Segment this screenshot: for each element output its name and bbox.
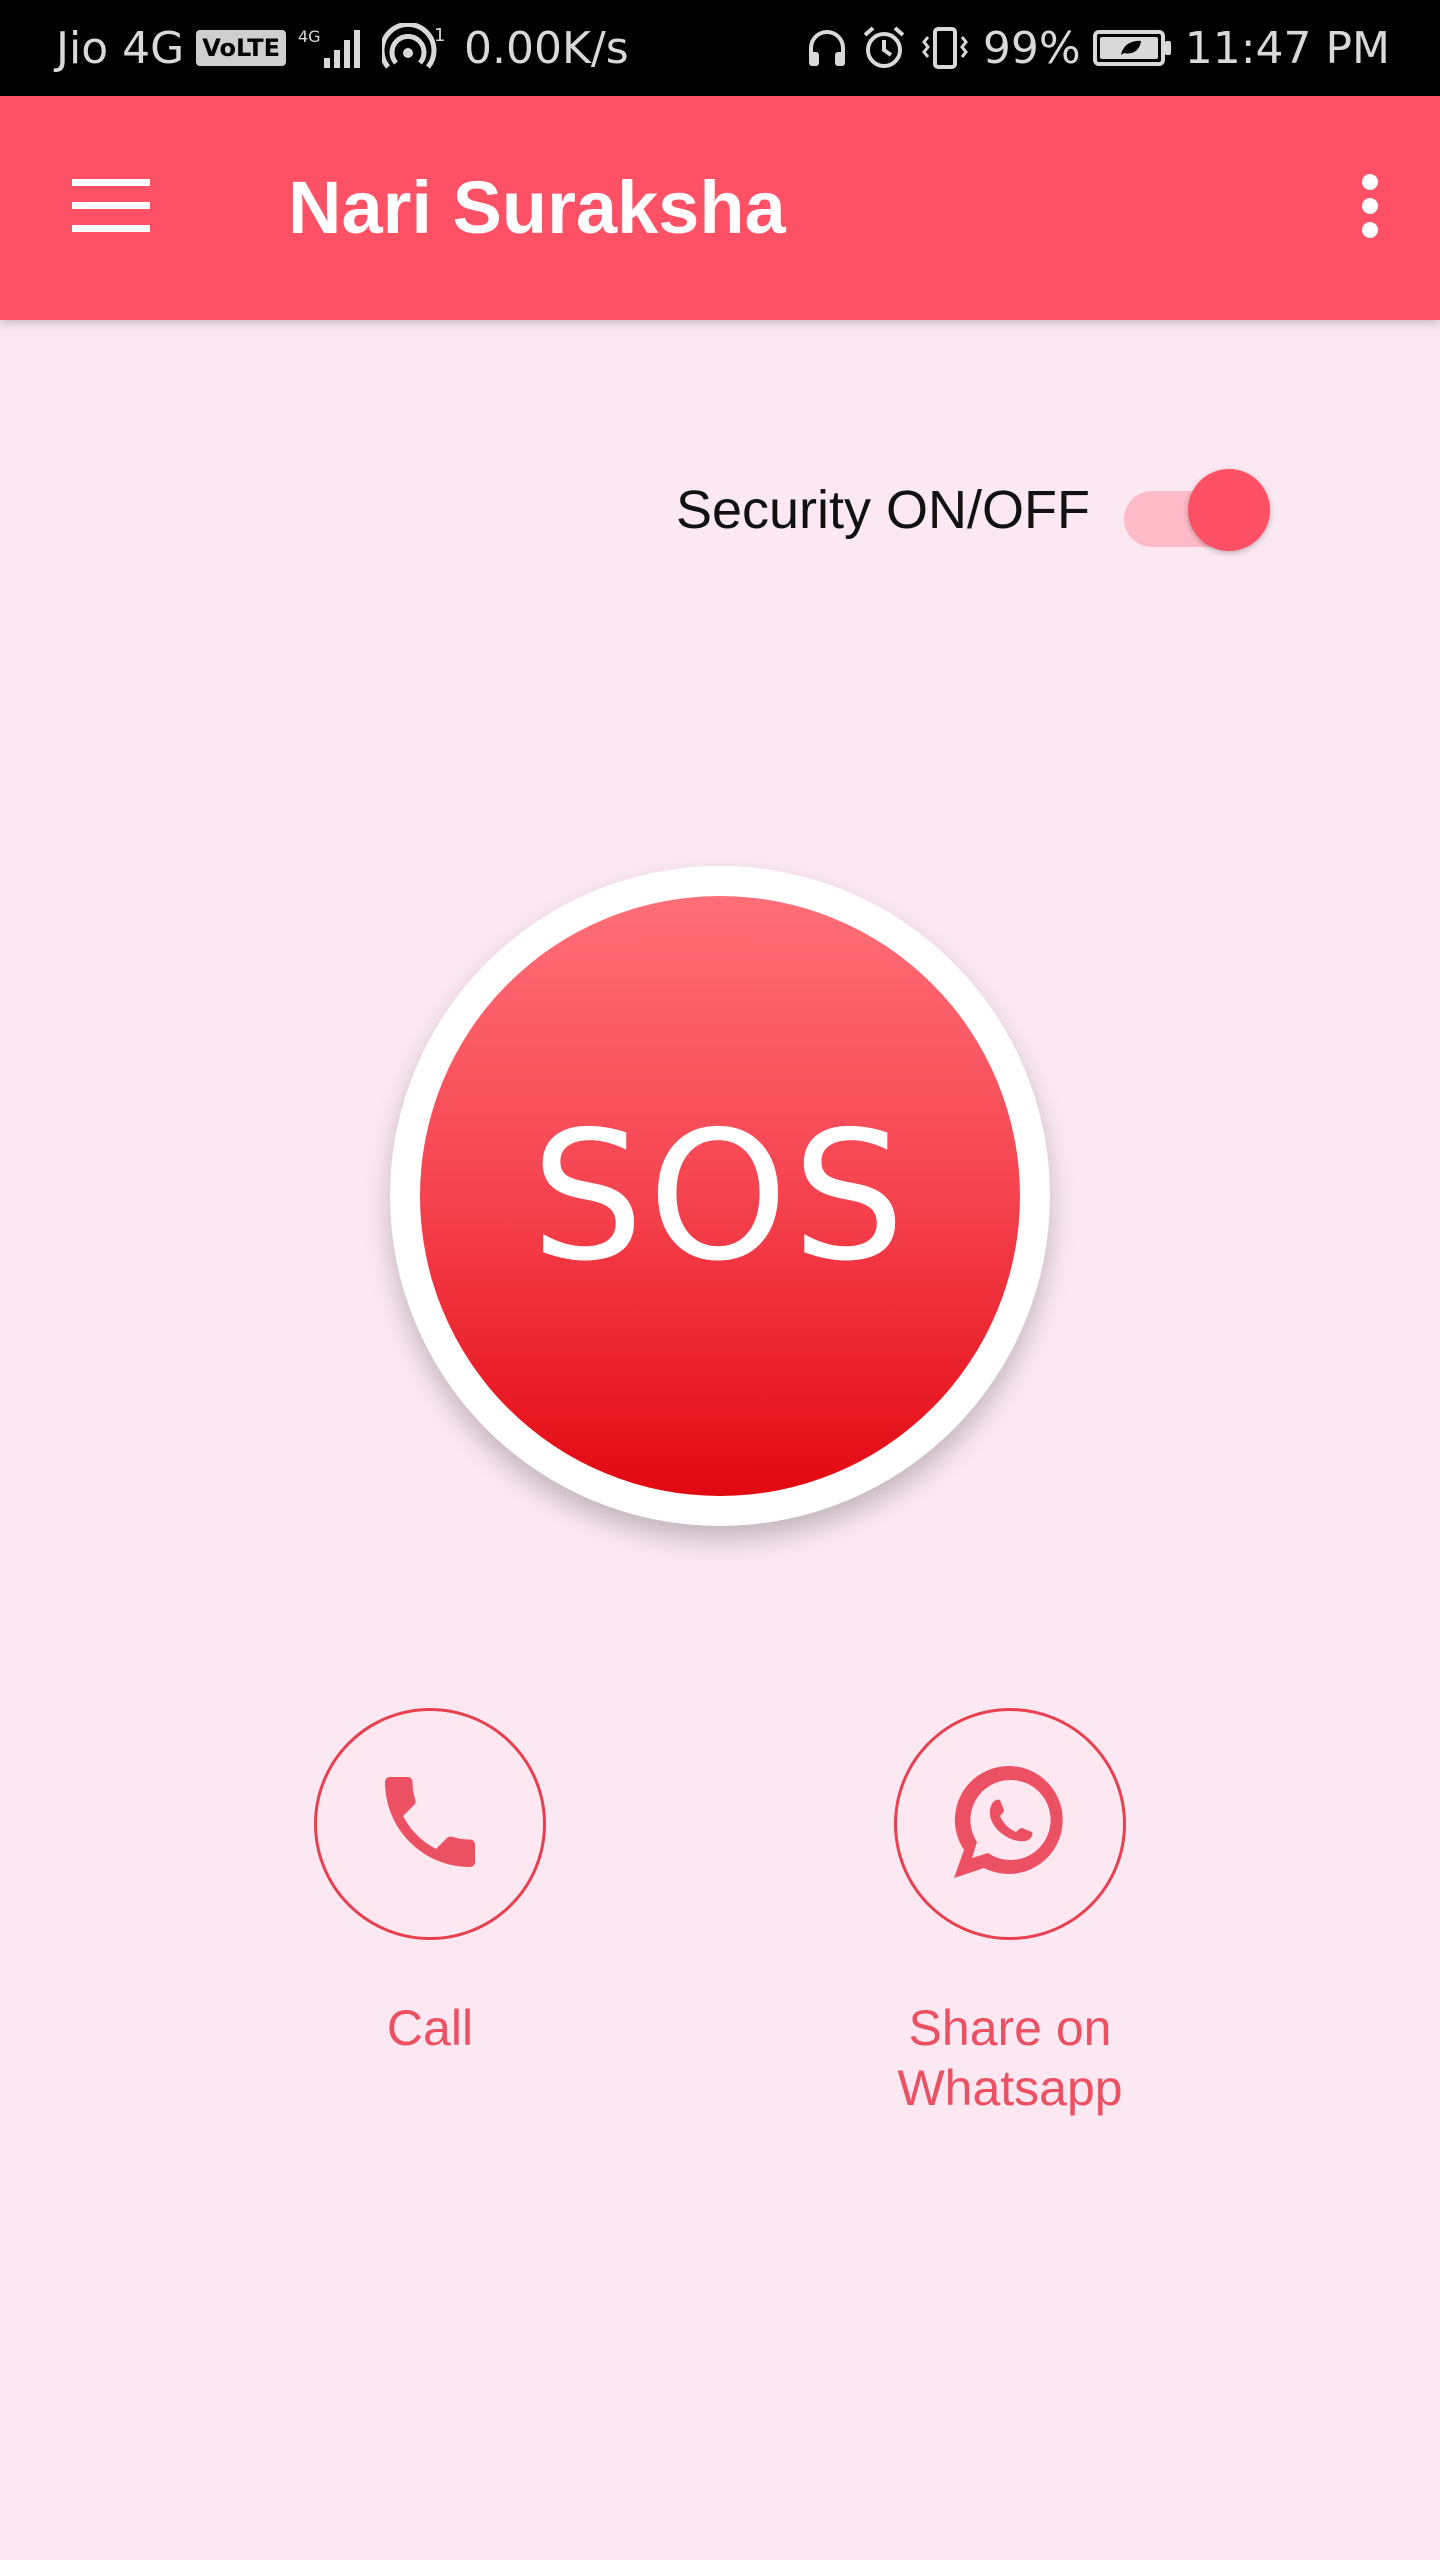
share-whatsapp-label: Share on Whatsapp	[897, 2000, 1123, 2116]
menu-button[interactable]	[58, 162, 164, 254]
sos-button[interactable]: SOS	[420, 896, 1020, 1496]
battery-percent-label: 99%	[982, 22, 1081, 74]
share-whatsapp-action: Share on Whatsapp	[860, 1708, 1160, 2118]
more-vert-icon	[1360, 173, 1380, 244]
share-whatsapp-button[interactable]	[894, 1708, 1126, 1940]
app-title: Nari Suraksha	[288, 166, 786, 249]
phone-icon	[370, 1762, 490, 1887]
whatsapp-icon	[940, 1752, 1080, 1897]
battery-icon	[1092, 28, 1173, 68]
signal-icon: 4G	[298, 24, 370, 72]
call-label: Call	[386, 2000, 474, 2056]
hamburger-menu-icon	[72, 178, 150, 238]
sos-button-ring: SOS	[390, 866, 1050, 1526]
overflow-menu-button[interactable]	[1324, 162, 1416, 254]
status-bar-right: 99% 11:47 PM	[805, 0, 1390, 96]
network-type-label: 4G	[298, 27, 321, 46]
call-button[interactable]	[314, 1708, 546, 1940]
security-toggle-switch[interactable]	[1122, 465, 1270, 555]
sos-label: SOS	[530, 1092, 910, 1300]
security-toggle-row: Security ON/OFF	[676, 460, 1270, 560]
network-speed-label: 0.00K/s	[464, 22, 629, 74]
toggle-thumb	[1188, 469, 1270, 551]
call-action: Call	[280, 1708, 580, 2058]
headphones-icon	[805, 26, 849, 70]
hotspot-count-label: 1	[434, 25, 445, 46]
status-bar: Jio 4G VoLTE 4G 1 0.00K/s 99% 11:47 PM	[0, 0, 1440, 96]
hotspot-icon: 1	[382, 23, 452, 73]
app-bar: Nari Suraksha	[0, 96, 1440, 320]
status-bar-left: Jio 4G VoLTE 4G 1 0.00K/s	[56, 0, 629, 96]
volte-badge: VoLTE	[196, 30, 287, 66]
app-screen: Jio 4G VoLTE 4G 1 0.00K/s 99% 11:47 PM N…	[0, 0, 1440, 2560]
carrier-label: Jio 4G	[56, 22, 185, 74]
security-toggle-label: Security ON/OFF	[675, 480, 1090, 540]
clock-label: 11:47 PM	[1184, 22, 1390, 74]
alarm-icon	[861, 25, 907, 71]
vibrate-icon	[919, 25, 971, 71]
